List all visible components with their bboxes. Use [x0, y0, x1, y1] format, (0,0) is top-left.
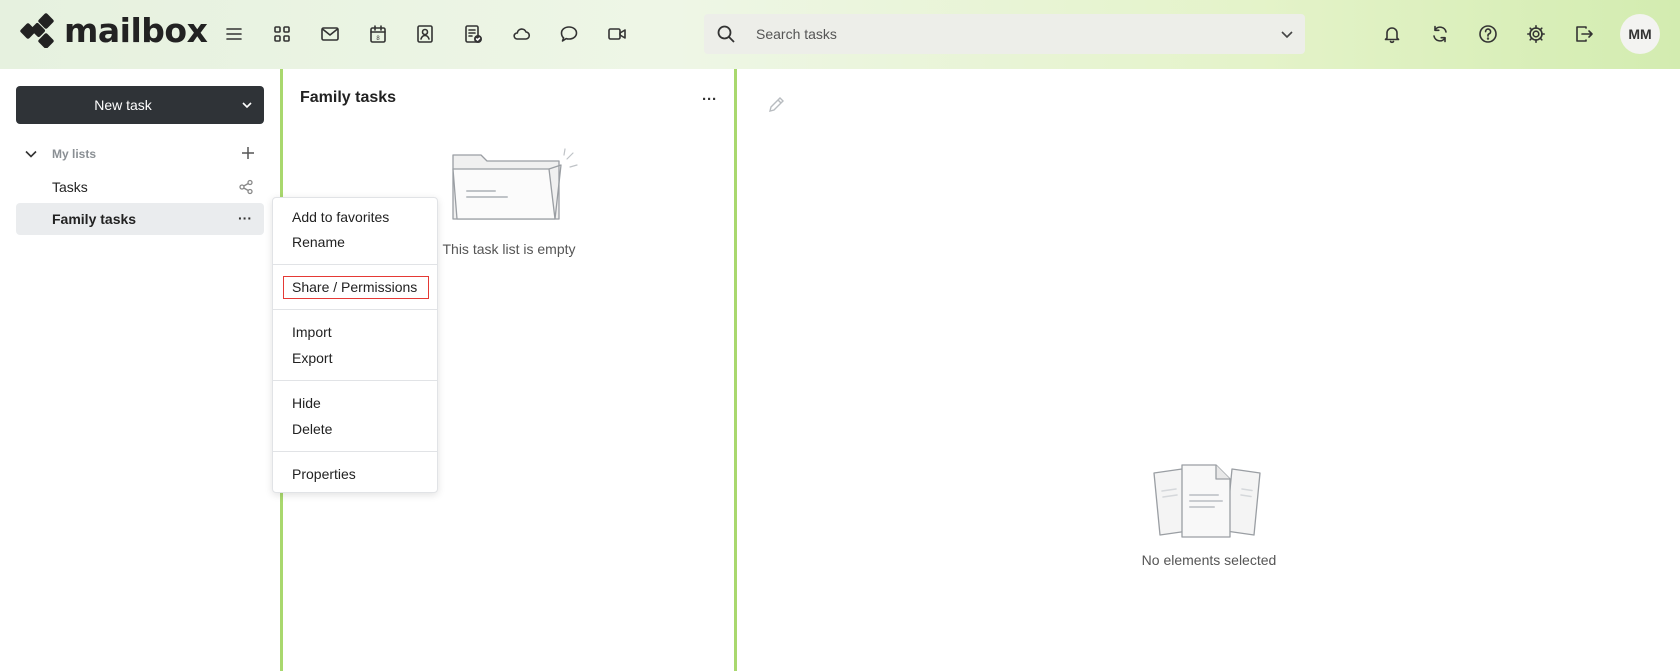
- menu-item-rename[interactable]: Rename: [292, 234, 345, 250]
- search-input[interactable]: Search tasks: [756, 26, 837, 42]
- sidebar-item-family-tasks[interactable]: Family tasks ···: [16, 203, 264, 235]
- menu-item-add-to-favorites[interactable]: Add to favorites: [292, 209, 389, 225]
- mail-icon[interactable]: [316, 20, 344, 48]
- avatar[interactable]: MM: [1620, 14, 1660, 54]
- menu-divider: [273, 380, 437, 381]
- add-list-icon[interactable]: [240, 145, 256, 166]
- my-lists-header[interactable]: My lists: [16, 144, 264, 164]
- gear-icon[interactable]: [1522, 20, 1550, 48]
- menu-item-share-permissions[interactable]: Share / Permissions: [292, 279, 417, 295]
- chevron-down-icon[interactable]: [24, 147, 38, 166]
- page-title: Family tasks: [300, 89, 397, 106]
- calendar-day: 8: [376, 36, 380, 42]
- sidebar-item-tasks[interactable]: Tasks: [16, 171, 264, 203]
- new-task-label: New task: [94, 97, 152, 113]
- logo[interactable]: mailbox: [20, 10, 208, 50]
- chevron-down-icon[interactable]: [1279, 26, 1295, 47]
- share-icon[interactable]: [238, 179, 254, 200]
- column-divider[interactable]: [734, 69, 737, 671]
- more-options-icon[interactable]: ···: [238, 210, 252, 226]
- context-menu: Add to favorites Rename Share / Permissi…: [272, 197, 438, 493]
- calendar-icon[interactable]: 8: [364, 20, 392, 48]
- detail-panel: No elements selected: [738, 69, 1680, 671]
- menu-divider: [273, 264, 437, 265]
- menu-item-delete[interactable]: Delete: [292, 421, 332, 437]
- my-lists-label: My lists: [52, 147, 97, 161]
- bell-icon[interactable]: [1378, 20, 1406, 48]
- empty-folder-icon: [449, 147, 579, 232]
- logo-text: mailbox: [64, 10, 208, 50]
- top-header: mailbox 8 Search tasks MM: [0, 0, 1680, 69]
- menu-item-export[interactable]: Export: [292, 350, 332, 366]
- search-icon: [716, 24, 736, 49]
- apps-grid-icon[interactable]: [268, 20, 296, 48]
- new-task-button[interactable]: New task: [16, 86, 264, 124]
- pencil-icon[interactable]: [766, 95, 786, 120]
- tasks-icon[interactable]: [459, 20, 487, 48]
- contacts-icon[interactable]: [411, 20, 439, 48]
- help-icon[interactable]: [1474, 20, 1502, 48]
- menu-icon[interactable]: [220, 20, 248, 48]
- documents-icon: [1150, 461, 1270, 546]
- sidebar: New task My lists Tasks Family tasks ···: [0, 69, 280, 671]
- menu-divider: [273, 451, 437, 452]
- video-icon[interactable]: [603, 20, 631, 48]
- chat-icon[interactable]: [555, 20, 583, 48]
- menu-item-hide[interactable]: Hide: [292, 395, 321, 411]
- menu-divider: [273, 309, 437, 310]
- empty-state-message: No elements selected: [1141, 552, 1277, 568]
- more-options-icon[interactable]: ···: [702, 91, 717, 108]
- sync-icon[interactable]: [1426, 20, 1454, 48]
- mailbox-logo-icon: [20, 13, 54, 48]
- menu-item-properties[interactable]: Properties: [292, 466, 356, 482]
- search-bar[interactable]: Search tasks: [704, 14, 1305, 54]
- logout-icon[interactable]: [1570, 20, 1598, 48]
- menu-item-import[interactable]: Import: [292, 324, 332, 340]
- chevron-down-icon[interactable]: [240, 98, 254, 117]
- cloud-icon[interactable]: [507, 20, 535, 48]
- sidebar-item-label: Tasks: [52, 179, 88, 195]
- sidebar-item-label: Family tasks: [52, 211, 137, 227]
